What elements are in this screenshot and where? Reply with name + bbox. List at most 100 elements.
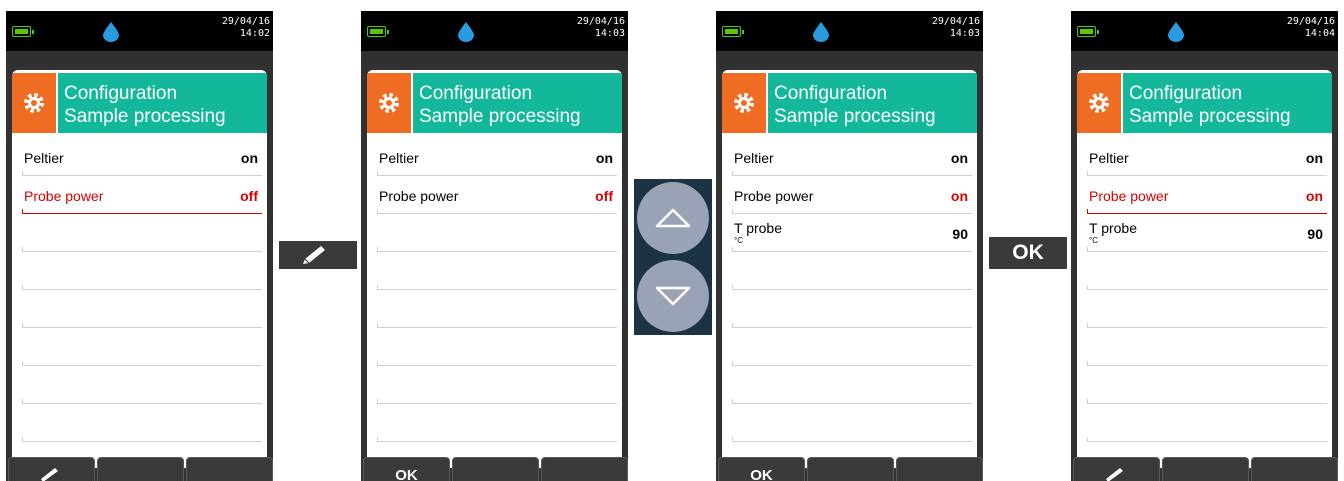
status-bar: 29/04/16 14:03	[716, 11, 983, 51]
date-text: 29/04/16	[576, 16, 625, 27]
time-text: 14:03	[594, 28, 625, 39]
row-peltier[interactable]: Peltier on	[1087, 138, 1327, 176]
softkey-right[interactable]	[186, 457, 273, 481]
empty-row	[377, 404, 617, 442]
softkey-label: OK	[750, 467, 773, 481]
gear-icon	[1089, 93, 1109, 113]
row-value: on	[1305, 150, 1323, 166]
empty-row	[377, 328, 617, 366]
row-label: T probe	[734, 220, 782, 236]
row-value: off	[240, 188, 258, 204]
row-label: Peltier	[379, 150, 419, 166]
row-label: Probe power	[1089, 188, 1169, 204]
date-text: 29/04/16	[1286, 16, 1335, 27]
softkey-label: OK	[395, 467, 418, 481]
up-key[interactable]	[637, 182, 709, 254]
status-bar: 29/04/16 14:03	[361, 11, 628, 51]
clock: 29/04/16 14:03	[577, 16, 625, 40]
empty-row	[732, 252, 972, 290]
empty-row	[1087, 366, 1327, 404]
softkey-ok[interactable]: OK	[363, 457, 450, 481]
empty-row	[22, 404, 262, 442]
row-probe-power[interactable]: Probe power off	[377, 176, 617, 214]
softkey-bar: OK	[361, 457, 628, 481]
softkey-ok[interactable]: OK	[718, 457, 805, 481]
battery-icon	[1077, 26, 1099, 37]
softkey-bar	[1071, 457, 1338, 481]
pencil-icon	[41, 468, 58, 481]
row-unit: °C	[734, 236, 743, 245]
row-t-probe[interactable]: T probe °C 90	[1087, 214, 1327, 252]
ok-key[interactable]: OK	[989, 237, 1067, 269]
status-bar: 29/04/16 14:02	[6, 11, 273, 51]
menu-header: Configuration Sample processing	[12, 73, 267, 133]
time-text: 14:04	[1304, 28, 1335, 39]
header-title: Configuration	[419, 83, 533, 104]
softkey-edit[interactable]	[8, 457, 95, 481]
menu-panel: Configuration Sample processing Peltier …	[12, 70, 267, 468]
time-text: 14:03	[949, 28, 980, 39]
down-key[interactable]	[637, 260, 709, 332]
empty-row	[1087, 252, 1327, 290]
row-peltier[interactable]: Peltier on	[377, 138, 617, 176]
empty-row	[22, 252, 262, 290]
arrow-up-icon	[655, 208, 691, 228]
water-drop-icon	[103, 22, 119, 42]
empty-row	[732, 290, 972, 328]
softkey-bar	[6, 457, 273, 481]
empty-row	[1087, 290, 1327, 328]
row-probe-power[interactable]: Probe power on	[732, 176, 972, 214]
device-screen-1: 29/04/16 14:02 Configuration Sample proce…	[6, 11, 273, 481]
gear-icon	[734, 93, 754, 113]
water-drop-icon	[813, 22, 829, 42]
softkey-middle[interactable]	[1162, 457, 1249, 481]
row-value: 90	[1307, 226, 1323, 242]
empty-row	[732, 366, 972, 404]
clock: 29/04/16 14:03	[932, 16, 980, 40]
gear-icon	[379, 93, 399, 113]
pencil-icon	[303, 246, 325, 264]
softkey-middle[interactable]	[97, 457, 184, 481]
empty-row	[22, 214, 262, 252]
softkey-edit[interactable]	[1073, 457, 1160, 481]
menu-panel: Configuration Sample processing Peltier …	[722, 70, 977, 468]
empty-row	[732, 404, 972, 442]
empty-row	[377, 252, 617, 290]
softkey-bar: OK	[716, 457, 983, 481]
row-value: 90	[952, 226, 968, 242]
row-peltier[interactable]: Peltier on	[22, 138, 262, 176]
header-title: Configuration	[774, 83, 888, 104]
row-value: on	[240, 150, 258, 166]
empty-row	[1087, 404, 1327, 442]
softkey-middle[interactable]	[452, 457, 539, 481]
battery-icon	[12, 26, 34, 37]
row-value: on	[1305, 188, 1323, 204]
empty-row	[377, 366, 617, 404]
softkey-right[interactable]	[541, 457, 628, 481]
battery-icon	[367, 26, 389, 37]
softkey-middle[interactable]	[807, 457, 894, 481]
row-unit: °C	[1089, 236, 1098, 245]
row-peltier[interactable]: Peltier on	[732, 138, 972, 176]
device-screen-2: 29/04/16 14:03 Configuration Sample proce…	[361, 11, 628, 481]
softkey-right[interactable]	[1251, 457, 1338, 481]
softkey-right[interactable]	[896, 457, 983, 481]
arrow-down-icon	[655, 286, 691, 306]
row-value: on	[950, 150, 968, 166]
edit-key[interactable]	[279, 241, 357, 269]
header-title: Configuration	[1129, 83, 1243, 104]
row-label: Probe power	[734, 188, 814, 204]
row-label: Peltier	[734, 150, 774, 166]
row-probe-power[interactable]: Probe power on	[1087, 176, 1327, 214]
row-t-probe[interactable]: T probe °C 90	[732, 214, 972, 252]
row-probe-power[interactable]: Probe power off	[22, 176, 262, 214]
row-value-editing: off	[595, 188, 613, 204]
battery-icon	[722, 26, 744, 37]
header-subtitle: Sample processing	[64, 106, 226, 127]
menu-header: Configuration Sample processing	[367, 73, 622, 133]
menu-panel: Configuration Sample processing Peltier …	[367, 70, 622, 468]
header-title: Configuration	[64, 83, 178, 104]
time-text: 14:02	[239, 28, 270, 39]
row-label: Probe power	[379, 188, 459, 204]
water-drop-icon	[458, 22, 474, 42]
